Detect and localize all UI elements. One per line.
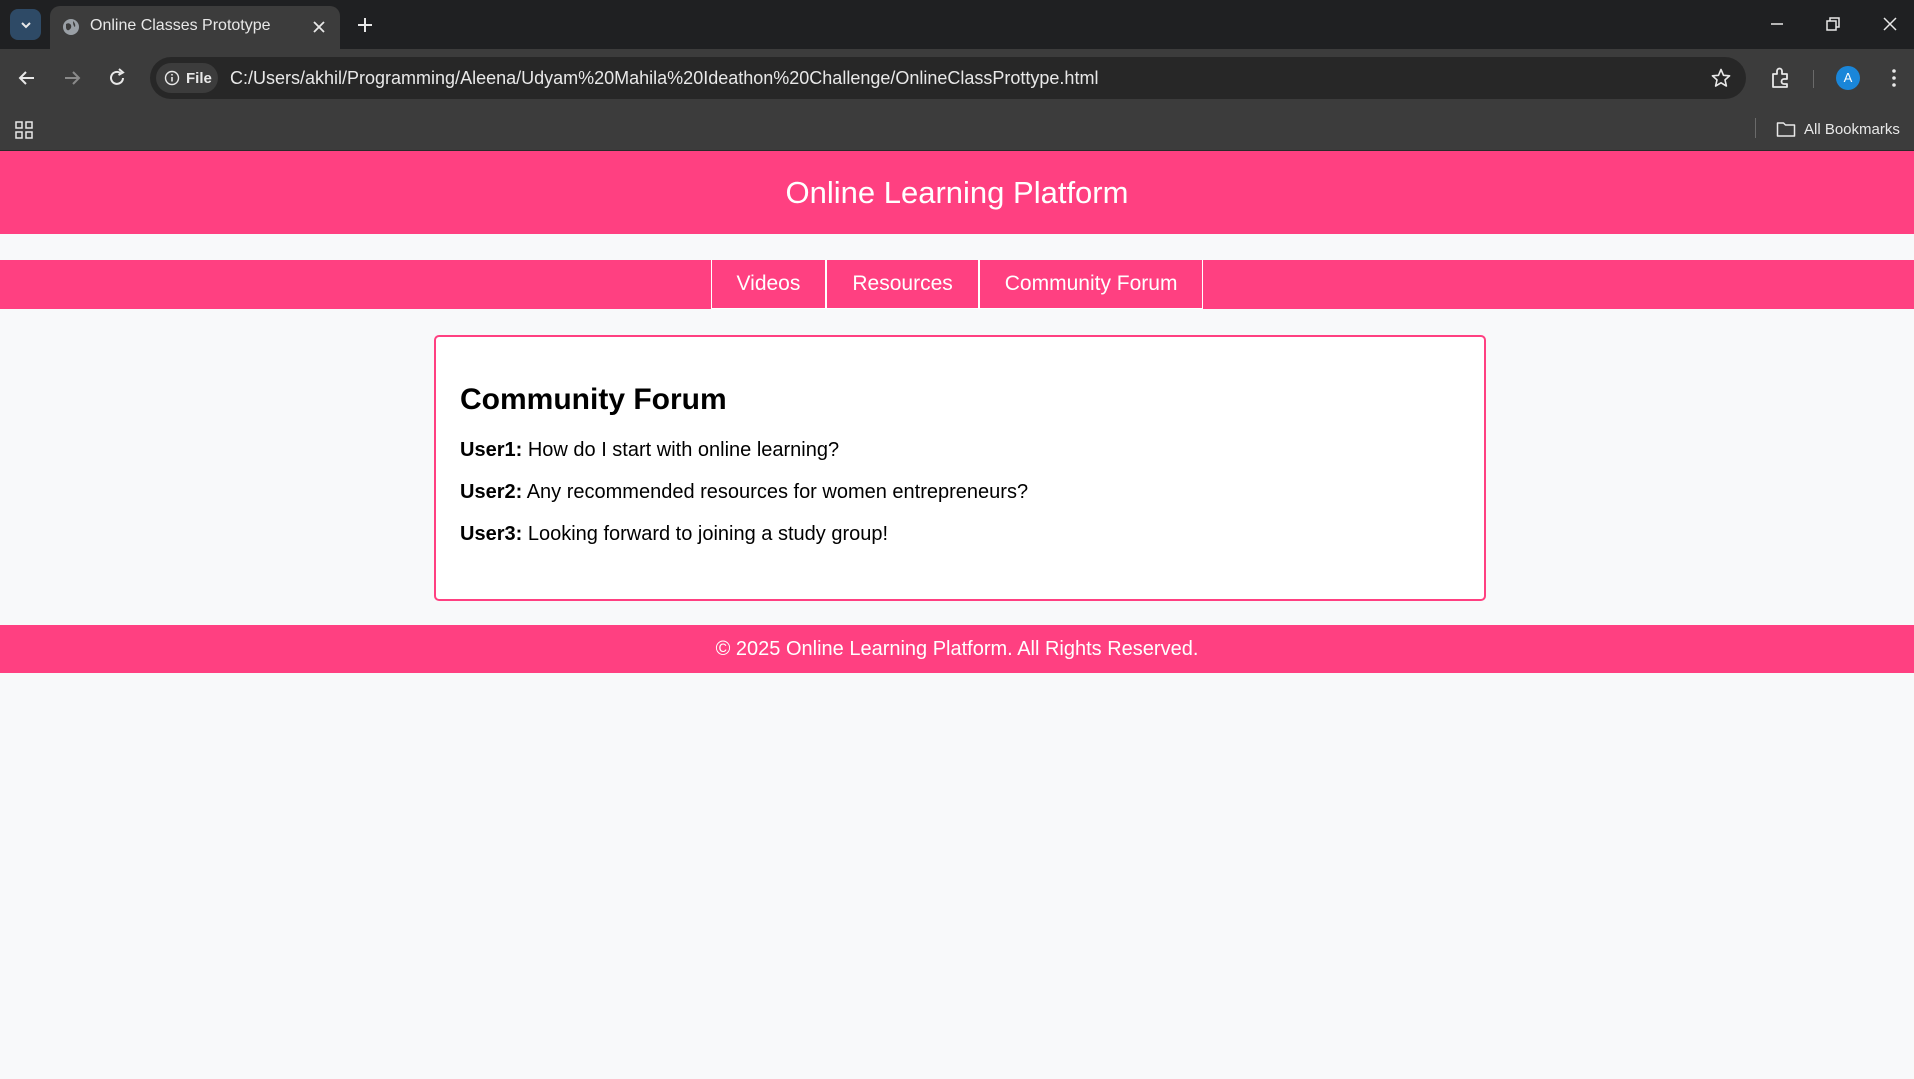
star-icon[interactable] <box>1710 67 1732 89</box>
browser-tab[interactable]: Online Classes Prototype <box>50 6 340 49</box>
post-author: User3: <box>460 523 523 545</box>
all-bookmarks-label: All Bookmarks <box>1804 120 1900 138</box>
section-title: Community Forum <box>460 383 727 416</box>
apps-grid-icon[interactable] <box>14 120 34 140</box>
site-chip-label: File <box>186 70 212 87</box>
nav-link-videos[interactable]: Videos <box>710 260 827 309</box>
window-close-icon[interactable] <box>1878 12 1902 36</box>
nav-link-community-forum[interactable]: Community Forum <box>978 260 1204 309</box>
nav-link-resources[interactable]: Resources <box>826 260 979 309</box>
community-forum-section: Community Forum User1: How do I start wi… <box>434 335 1486 601</box>
globe-icon <box>63 19 79 35</box>
post-text: Any recommended resources for women entr… <box>522 481 1029 503</box>
main-nav: Videos Resources Community Forum <box>0 260 1914 309</box>
post-author: User2: <box>460 481 523 503</box>
bookmarks-divider <box>1755 118 1756 138</box>
toolbar-divider <box>1813 70 1814 88</box>
forum-post: User2: Any recommended resources for wom… <box>460 481 1460 504</box>
reload-icon[interactable] <box>105 66 129 90</box>
site-header: Online Learning Platform <box>0 151 1914 234</box>
profile-avatar[interactable]: A <box>1836 66 1860 90</box>
forum-post: User3: Looking forward to joining a stud… <box>460 523 1460 546</box>
browser-tabstrip: Online Classes Prototype <box>0 0 1914 49</box>
extensions-icon[interactable] <box>1768 65 1794 91</box>
post-text: Looking forward to joining a study group… <box>522 523 889 545</box>
plus-icon[interactable] <box>354 14 376 36</box>
kebab-menu-icon[interactable] <box>1882 66 1906 90</box>
bookmarks-bar: All Bookmarks <box>0 108 1914 151</box>
page-title: Online Learning Platform <box>785 174 1129 210</box>
tab-search-icon[interactable] <box>10 9 41 40</box>
url-text[interactable]: C:/Users/akhil/Programming/Aleena/Udyam%… <box>230 68 1098 89</box>
restore-icon[interactable] <box>1821 12 1845 36</box>
address-bar[interactable]: File C:/Users/akhil/Programming/Aleena/U… <box>150 57 1746 99</box>
footer-text: © 2025 Online Learning Platform. All Rig… <box>715 637 1199 660</box>
post-author: User1: <box>460 439 523 461</box>
close-icon[interactable] <box>310 18 328 36</box>
browser-toolbar: File C:/Users/akhil/Programming/Aleena/U… <box>0 49 1914 108</box>
forum-post: User1: How do I start with online learni… <box>460 439 1460 462</box>
page-viewport: Online Learning Platform Videos Resource… <box>0 151 1914 1079</box>
tab-title: Online Classes Prototype <box>90 17 271 34</box>
folder-icon <box>1776 122 1796 137</box>
back-arrow-icon[interactable] <box>15 66 39 90</box>
site-footer: © 2025 Online Learning Platform. All Rig… <box>0 625 1914 673</box>
site-info-chip[interactable]: File <box>156 63 218 93</box>
info-icon <box>164 70 180 86</box>
post-text: How do I start with online learning? <box>522 439 840 461</box>
all-bookmarks-button[interactable]: All Bookmarks <box>1776 116 1900 142</box>
forward-arrow-icon[interactable] <box>60 66 84 90</box>
minimize-icon[interactable] <box>1765 12 1789 36</box>
